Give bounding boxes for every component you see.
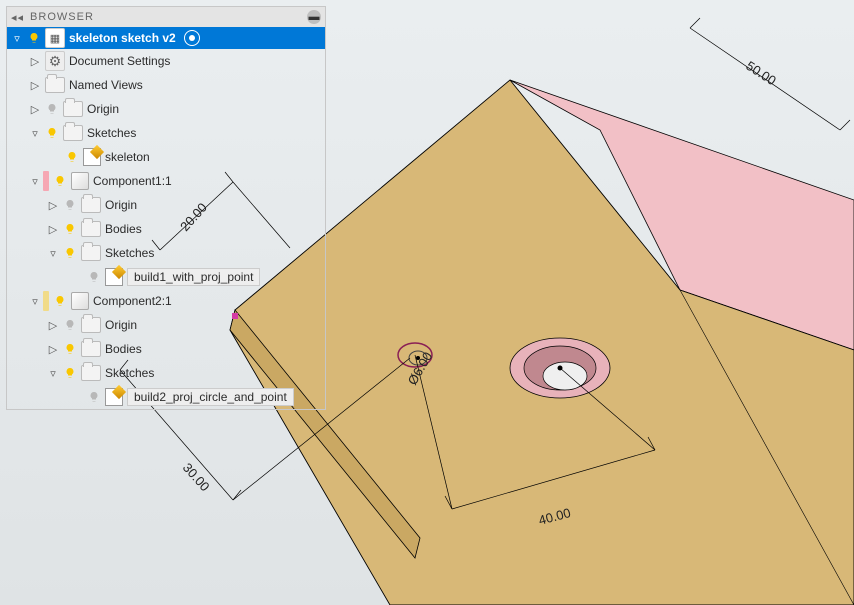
tree-item-component2-bodies[interactable]: ▷ Bodies: [7, 337, 325, 361]
expand-arrow-icon[interactable]: ▿: [29, 127, 41, 140]
tree-item-component2-origin[interactable]: ▷ Origin: [7, 313, 325, 337]
root-name: skeleton sketch v2: [69, 31, 176, 45]
tree-label: Origin: [105, 198, 137, 212]
component-icon: [71, 172, 89, 190]
tree-item-component2-sketches[interactable]: ▿ Sketches: [7, 361, 325, 385]
visibility-bulb-icon[interactable]: [63, 342, 77, 356]
expand-arrow-icon[interactable]: ▿: [47, 247, 59, 260]
tree-label: build2_proj_circle_and_point: [127, 388, 294, 406]
tree-item-doc-settings[interactable]: ▷ ⚙ Document Settings: [7, 49, 325, 73]
tree-label: Origin: [105, 318, 137, 332]
expand-arrow-icon[interactable]: ▷: [29, 103, 41, 116]
browser-title: BROWSER: [30, 11, 301, 23]
tree-item-origin[interactable]: ▷ Origin: [7, 97, 325, 121]
color-band: [43, 171, 49, 191]
tree-label: Bodies: [105, 222, 142, 236]
tree-item-named-views[interactable]: ▷ Named Views: [7, 73, 325, 97]
expand-arrow-icon[interactable]: ▷: [47, 343, 59, 356]
tree-label: Named Views: [69, 78, 143, 92]
tree-item-component1-sketches[interactable]: ▿ Sketches: [7, 241, 325, 265]
tree-label: Bodies: [105, 342, 142, 356]
expand-arrow-icon[interactable]: ▷: [47, 223, 59, 236]
browser-panel: ◂◂ BROWSER ▬ ▿ ▦ skeleton sketch v2 ▷ ⚙ …: [6, 6, 326, 410]
folder-icon: [63, 101, 83, 117]
visibility-bulb-icon[interactable]: [53, 294, 67, 308]
folder-icon: [63, 125, 83, 141]
tree-item-component1-origin[interactable]: ▷ Origin: [7, 193, 325, 217]
dim-50: 50.00: [743, 58, 778, 88]
folder-icon: [81, 221, 101, 237]
gear-icon: ⚙: [45, 51, 65, 71]
component-root-icon: ▦: [45, 28, 65, 48]
component-icon: [71, 292, 89, 310]
minimize-icon[interactable]: ▬: [307, 10, 321, 24]
folder-icon: [45, 77, 65, 93]
visibility-bulb-icon[interactable]: [63, 318, 77, 332]
tree-root[interactable]: ▿ ▦ skeleton sketch v2: [7, 27, 325, 49]
folder-icon: [81, 317, 101, 333]
visibility-bulb-icon[interactable]: [63, 222, 77, 236]
folder-icon: [81, 365, 101, 381]
tree-label: Sketches: [105, 246, 154, 260]
browser-tree: ▿ ▦ skeleton sketch v2 ▷ ⚙ Document Sett…: [6, 27, 326, 410]
sketch-icon: [105, 268, 123, 286]
expand-arrow-icon[interactable]: ▿: [29, 295, 41, 308]
color-band: [43, 291, 49, 311]
tree-label: Component1:1: [93, 174, 172, 188]
expand-arrow-icon[interactable]: ▿: [47, 367, 59, 380]
visibility-bulb-icon[interactable]: [63, 246, 77, 260]
tree-item-sketches-root[interactable]: ▿ Sketches: [7, 121, 325, 145]
tree-label: Component2:1: [93, 294, 172, 308]
tree-item-component1[interactable]: ▿ Component1:1: [7, 169, 325, 193]
visibility-bulb-icon[interactable]: [87, 270, 101, 284]
visibility-bulb-icon[interactable]: [27, 31, 41, 45]
visibility-bulb-icon[interactable]: [63, 366, 77, 380]
tree-label: Sketches: [105, 366, 154, 380]
browser-header[interactable]: ◂◂ BROWSER ▬: [6, 6, 326, 27]
tree-label: Document Settings: [69, 54, 170, 68]
tree-label: build1_with_proj_point: [127, 268, 260, 286]
tree-item-component2[interactable]: ▿ Component2:1: [7, 289, 325, 313]
expand-arrow-icon[interactable]: ▷: [29, 55, 41, 68]
folder-icon: [81, 341, 101, 357]
activate-radio-icon[interactable]: [184, 30, 200, 46]
tree-item-build2[interactable]: build2_proj_circle_and_point: [7, 385, 325, 409]
visibility-bulb-icon[interactable]: [45, 102, 59, 116]
visibility-bulb-icon[interactable]: [45, 126, 59, 140]
collapse-arrows-icon[interactable]: ◂◂: [11, 11, 24, 24]
sketch-icon: [83, 148, 101, 166]
expand-arrow-icon[interactable]: ▷: [29, 79, 41, 92]
tree-label: Origin: [87, 102, 119, 116]
tree-item-skeleton-sketch[interactable]: skeleton: [7, 145, 325, 169]
sketch-icon: [105, 388, 123, 406]
tree-label: Sketches: [87, 126, 136, 140]
folder-icon: [81, 197, 101, 213]
expand-arrow-icon[interactable]: ▷: [47, 319, 59, 332]
visibility-bulb-icon[interactable]: [63, 198, 77, 212]
expand-arrow-icon[interactable]: ▷: [47, 199, 59, 212]
visibility-bulb-icon[interactable]: [53, 174, 67, 188]
visibility-bulb-icon[interactable]: [87, 390, 101, 404]
visibility-bulb-icon[interactable]: [65, 150, 79, 164]
dim-30: 30.00: [180, 460, 213, 494]
tree-label: skeleton: [105, 150, 150, 164]
tree-item-build1[interactable]: build1_with_proj_point: [7, 265, 325, 289]
tree-item-component1-bodies[interactable]: ▷ Bodies: [7, 217, 325, 241]
folder-icon: [81, 245, 101, 261]
expand-arrow-icon[interactable]: ▿: [29, 175, 41, 188]
expand-arrow-icon[interactable]: ▿: [11, 32, 23, 45]
